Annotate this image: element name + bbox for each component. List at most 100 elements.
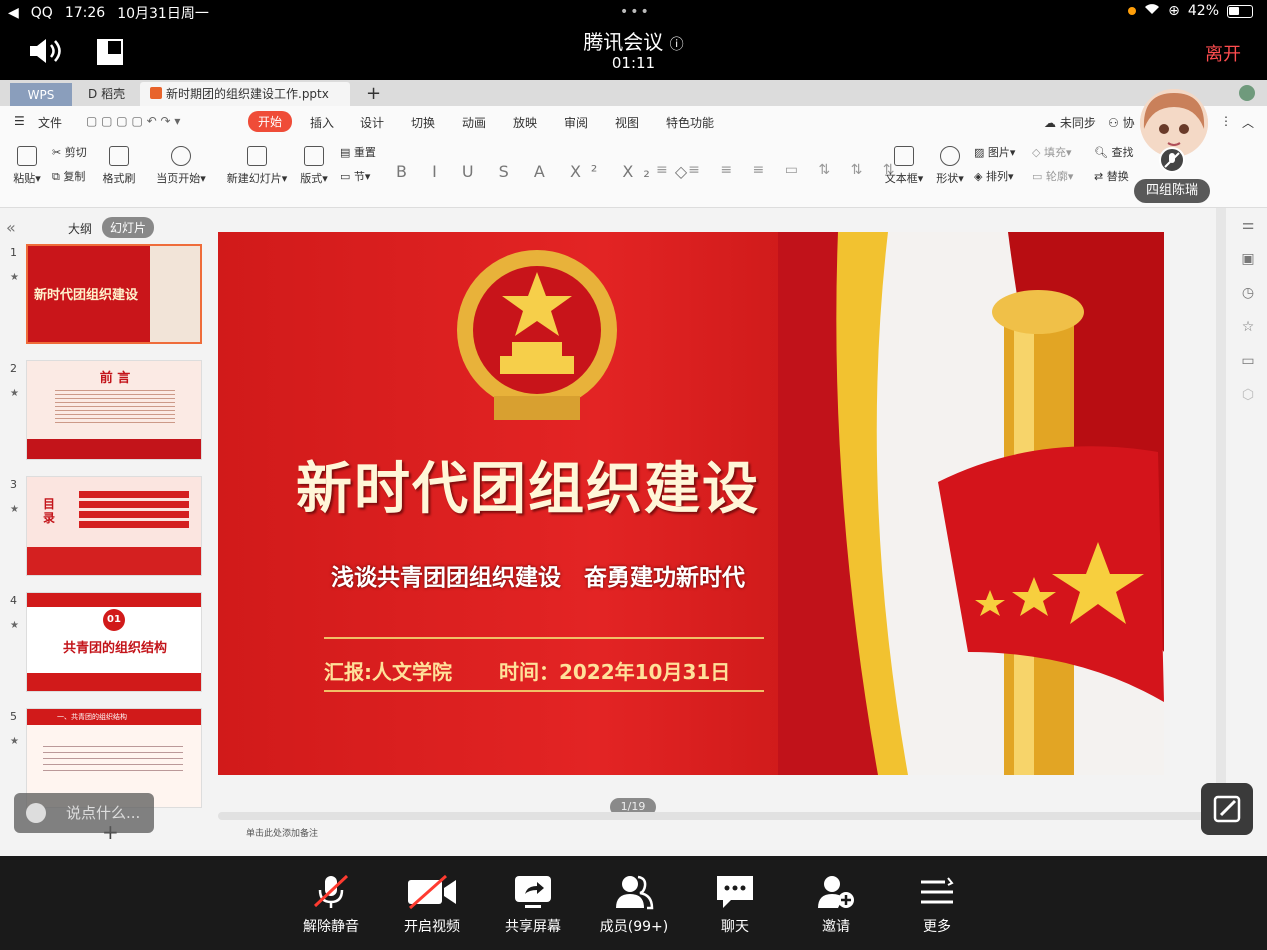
meeting-timer: 01:11 xyxy=(611,54,656,72)
outline-button[interactable]: ▭ 轮廓▾ xyxy=(1032,168,1073,184)
thumb-decoration xyxy=(27,439,201,459)
notes-placeholder[interactable]: 单击此处添加备注 xyxy=(246,826,318,839)
record-icon[interactable]: ▭ xyxy=(1234,344,1262,378)
font-format-icons[interactable]: B I U S A X² X₂ ◇ xyxy=(396,162,697,181)
find-button[interactable]: 🔍︎ 查找 xyxy=(1094,144,1133,160)
fill-button[interactable]: ◇ 填充▾ xyxy=(1032,144,1072,160)
reset-button[interactable]: ▤ 重置 xyxy=(340,144,376,160)
unmute-button[interactable]: 解除静音 xyxy=(291,874,371,936)
tab-slides[interactable]: 幻灯片 xyxy=(102,217,155,238)
invite-button[interactable]: 邀请 xyxy=(796,874,876,936)
leave-button[interactable]: 离开 xyxy=(1205,40,1241,66)
cube-icon[interactable]: ⬡ xyxy=(1234,378,1262,412)
animation-star-icon: ★ xyxy=(10,736,19,747)
members-button[interactable]: 成员(99+) xyxy=(594,874,674,936)
slide-footer: 汇报:人文学院 时间：2022年10月31日 xyxy=(324,656,764,685)
menu-switch[interactable]: 切换 xyxy=(411,114,435,131)
hamburger-icon[interactable]: ☰ xyxy=(14,114,25,128)
play-icon xyxy=(171,146,191,166)
textbox-button[interactable]: 文本框▾ xyxy=(884,146,924,186)
sync-status[interactable]: ☁ 未同步 xyxy=(1044,114,1096,131)
section-button[interactable]: ▭ 节▾ xyxy=(340,168,370,184)
star-icon[interactable]: ☆ xyxy=(1234,310,1262,344)
slide-number: 5 xyxy=(10,710,17,723)
slide-thumb-4[interactable]: 01 共青团的组织结构 xyxy=(26,592,202,692)
menu-view[interactable]: 视图 xyxy=(615,114,639,131)
thumb-text-lines xyxy=(55,387,175,423)
horizontal-scrollbar[interactable] xyxy=(218,812,1208,820)
camera-off-icon xyxy=(408,874,456,910)
thumb-title: 一、共青团的组织结构 xyxy=(27,709,201,725)
quick-access-icons[interactable]: ▢ ▢ ▢ ▢ ↶ ↷ ▾ xyxy=(86,114,180,128)
collapse-panel-icon[interactable]: « xyxy=(6,218,16,237)
slide-number: 2 xyxy=(10,362,17,375)
menu-insert[interactable]: 插入 xyxy=(310,114,334,131)
more-menu-icon xyxy=(921,877,954,904)
current-start-button[interactable]: 当页开始▾ xyxy=(154,146,208,186)
national-emblem-icon xyxy=(457,250,617,420)
account-status-icon[interactable] xyxy=(1239,85,1255,101)
menu-design[interactable]: 设计 xyxy=(360,114,384,131)
chat-icon xyxy=(717,876,753,908)
more-button[interactable]: 更多 xyxy=(897,874,977,936)
meeting-toolbar: 解除静音 开启视频 共享屏幕 成员(99+) 聊天 邀请 更多 xyxy=(0,856,1267,950)
paste-icon xyxy=(17,146,37,166)
annotate-button[interactable] xyxy=(1201,783,1253,835)
collapse-ribbon-icon[interactable]: ︿ xyxy=(1242,114,1254,131)
slide-date: 时间：2022年10月31日 xyxy=(498,660,731,684)
thumb-decoration xyxy=(150,246,200,342)
slide-thumb-2[interactable]: 前 言 xyxy=(26,360,202,460)
slide-thumb-3[interactable]: 目 录 xyxy=(26,476,202,576)
history-icon[interactable]: ◷ xyxy=(1234,276,1262,310)
chat-button[interactable]: 聊天 xyxy=(695,874,775,936)
slide-reporter: 汇报:人文学院 xyxy=(324,660,452,684)
new-tab-button[interactable]: + xyxy=(356,82,391,106)
menu-start[interactable]: 开始 xyxy=(248,111,293,132)
ribbon-toolbar: 粘贴▾ ✂ 剪切 ⧉ 复制 格式刷 当页开始▾ 新建幻灯片▾ 版式▾ ▤ 重置 … xyxy=(0,138,1267,208)
slide-thumb-1[interactable]: 新时代团组织建设 xyxy=(26,244,202,344)
slide-canvas[interactable]: 新时代团组织建设 浅谈共青团团组织建设 奋勇建功新时代 汇报:人文学院 时间：2… xyxy=(218,232,1164,775)
tab-daoke[interactable]: D 稻壳 xyxy=(78,82,135,106)
emoji-icon[interactable] xyxy=(26,803,46,823)
scissors-icon: ✂ xyxy=(52,146,62,159)
shape-button[interactable]: 形状▾ xyxy=(934,146,966,186)
format-painter-button[interactable]: 格式刷 xyxy=(100,146,138,186)
more-menu-icon[interactable]: ⋮ xyxy=(1220,114,1232,128)
vertical-scrollbar[interactable] xyxy=(1216,208,1226,808)
back-arrow-icon[interactable]: ◀ xyxy=(8,5,19,21)
copy-button[interactable]: ⧉ 复制 xyxy=(52,168,85,184)
info-icon[interactable]: ⓘ xyxy=(670,37,684,53)
tab-outline[interactable]: 大纲 xyxy=(68,220,92,237)
menu-play[interactable]: 放映 xyxy=(513,114,537,131)
multitask-dots-icon[interactable]: ••• xyxy=(620,4,651,20)
design-icon[interactable]: ▣ xyxy=(1234,242,1262,276)
picture-button[interactable]: ▨ 图片▾ xyxy=(974,144,1015,160)
new-slide-button[interactable]: 新建幻灯片▾ xyxy=(226,146,288,186)
share-screen-button[interactable]: 共享屏幕 xyxy=(493,874,573,936)
menu-file[interactable]: 文件 xyxy=(38,114,62,131)
panel-tabs: « 大纲 幻灯片 xyxy=(0,216,216,240)
tab-document[interactable]: 新时期团的组织建设工作.pptx ✕ xyxy=(140,82,350,125)
properties-icon[interactable]: ⚌ xyxy=(1234,208,1262,242)
chat-quick-input[interactable]: 说点什么... xyxy=(14,793,154,833)
section-icon: ▭ xyxy=(340,170,351,183)
collab-button[interactable]: ⚇ 协 xyxy=(1108,114,1135,131)
thumb-decoration xyxy=(27,673,201,691)
status-date: 10月31日周一 xyxy=(117,6,209,22)
arrange-button[interactable]: ◈ 排列▾ xyxy=(974,168,1014,184)
paragraph-icons[interactable]: ≡ ≡ ≡ ≡ ▭ ⇅ ⇅ ⇅ xyxy=(656,162,903,178)
menu-special[interactable]: 特色功能 xyxy=(666,114,714,131)
brush-icon xyxy=(109,146,129,166)
layout-button[interactable]: 版式▾ xyxy=(298,146,330,186)
orientation-lock-icon: ⊕ xyxy=(1168,3,1180,19)
menu-review[interactable]: 审阅 xyxy=(564,114,588,131)
paste-button[interactable]: 粘贴▾ xyxy=(10,146,44,186)
invite-icon xyxy=(818,876,854,908)
replace-button[interactable]: ⇄ 替换 xyxy=(1094,168,1129,184)
menu-animation[interactable]: 动画 xyxy=(462,114,486,131)
menu-bar: ☰ 文件 ▢ ▢ ▢ ▢ ↶ ↷ ▾ 开始 插入 设计 切换 动画 放映 审阅 … xyxy=(0,106,1267,138)
tab-wps[interactable]: WPS xyxy=(10,83,72,107)
meeting-title[interactable]: 腾讯会议 ⓘ xyxy=(0,26,1267,55)
cut-button[interactable]: ✂ 剪切 xyxy=(52,144,87,160)
start-video-button[interactable]: 开启视频 xyxy=(392,874,472,936)
